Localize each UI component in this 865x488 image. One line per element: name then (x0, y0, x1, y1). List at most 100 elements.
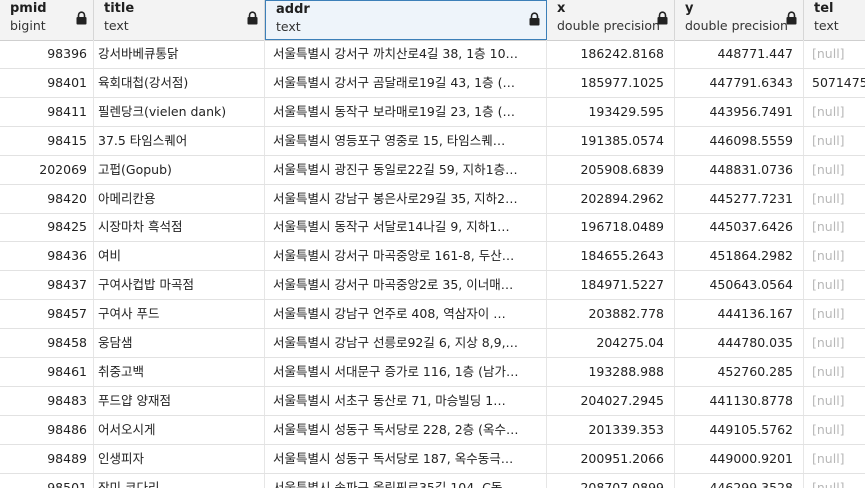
cell-tel[interactable]: [null] (804, 474, 865, 488)
cell-addr[interactable]: 서울특별시 광진구 동일로22길 59, 지하1층… (265, 155, 547, 184)
cell-addr[interactable]: 서울특별시 강남구 선릉로92길 6, 지상 8,9,… (265, 329, 547, 357)
cell-pmid[interactable]: 98486 (0, 415, 94, 444)
cell-addr[interactable]: 서울특별시 동작구 서달로14나길 9, 지하1… (265, 213, 547, 242)
cell-addr[interactable]: 서울특별시 성동구 독서당로 187, 옥수동극… (265, 444, 547, 473)
cell-pmid[interactable]: 98457 (0, 300, 94, 329)
cell-pmid[interactable]: 98436 (0, 242, 94, 271)
cell-y[interactable]: 446098.5559 (675, 126, 804, 155)
cell-pmid[interactable]: 202069 (0, 155, 94, 184)
cell-tel[interactable]: 5071475 (804, 69, 865, 97)
cell-addr[interactable]: 서울특별시 서대문구 증가로 116, 1층 (남가… (265, 357, 547, 386)
cell-y[interactable]: 446299.3528 (675, 473, 804, 488)
cell-tel[interactable]: [null] (804, 271, 865, 299)
cell-tel[interactable]: [null] (804, 445, 865, 473)
cell-addr[interactable]: 서울특별시 동작구 보라매로19길 23, 1층 (… (265, 97, 547, 126)
cell-addr[interactable]: 서울특별시 강서구 마곡중앙로 161-8, 두산… (265, 242, 547, 271)
cell-addr[interactable]: 서울특별시 성동구 독서당로 228, 2층 (옥수… (265, 415, 547, 444)
cell-title[interactable]: 필렌당크(vielen dank) (94, 97, 265, 126)
table-row[interactable]: 98457 구여사 푸드 서울특별시 강남구 언주로 408, 역삼자이 … 2038… (0, 300, 865, 330)
cell-title[interactable]: 구여사 푸드 (94, 300, 265, 329)
table-row[interactable]: 98486 어서오시게 서울특별시 성동구 독서당로 228, 2층 (옥수… 201… (0, 415, 865, 445)
cell-tel[interactable]: [null] (804, 387, 865, 415)
cell-tel[interactable]: [null] (804, 156, 865, 184)
table-row[interactable]: 98425 시장마차 흑석점 서울특별시 동작구 서달로14나길 9, 지하1… 19… (0, 213, 865, 243)
cell-x[interactable]: 186242.8168 (547, 40, 675, 68)
cell-x[interactable]: 196718.0489 (547, 213, 675, 242)
cell-pmid[interactable]: 98483 (0, 386, 94, 415)
cell-addr[interactable]: 서울특별시 강남구 언주로 408, 역삼자이 … (265, 300, 547, 329)
table-row[interactable]: 98437 구여사컵밥 마곡점 서울특별시 강서구 마곡중앙2로 35, 이너매… 1… (0, 271, 865, 301)
cell-x[interactable]: 202894.2962 (547, 184, 675, 213)
cell-x[interactable]: 184971.5227 (547, 271, 675, 300)
table-row[interactable]: 98489 인생피자 서울특별시 성동구 독서당로 187, 옥수동극… 200951… (0, 444, 865, 474)
cell-x[interactable]: 193288.988 (547, 357, 675, 386)
cell-addr[interactable]: 서울특별시 강서구 곰달래로19길 43, 1층 (… (265, 68, 547, 97)
cell-y[interactable]: 449000.9201 (675, 444, 804, 473)
column-header-y[interactable]: y double precision (675, 0, 804, 40)
table-row[interactable]: 98461 취중고백 서울특별시 서대문구 증가로 116, 1층 (남가… 1932… (0, 357, 865, 387)
cell-title[interactable]: 37.5 타임스퀘어 (94, 126, 265, 155)
cell-y[interactable]: 451864.2982 (675, 242, 804, 271)
cell-addr[interactable]: 서울특별시 서초구 동산로 71, 마승빌딩 1… (265, 386, 547, 415)
cell-tel[interactable]: [null] (804, 358, 865, 386)
column-header-addr[interactable]: addr text (265, 0, 547, 40)
cell-addr[interactable]: 서울특별시 강서구 마곡중앙2로 35, 이너매… (265, 271, 547, 300)
cell-title[interactable]: 어서오시게 (94, 415, 265, 444)
cell-y[interactable]: 444136.167 (675, 300, 804, 329)
table-row[interactable]: 98415 37.5 타임스퀘어 서울특별시 영등포구 영중로 15, 타임스퀘… 1… (0, 126, 865, 156)
table-row[interactable]: 98501 장미 코다리 서울특별시 송파구 올림픽로35길 104, C동 … 20… (0, 473, 865, 488)
cell-tel[interactable]: [null] (804, 98, 865, 126)
table-row[interactable]: 98411 필렌당크(vielen dank) 서울특별시 동작구 보라매로19길 … (0, 97, 865, 127)
cell-title[interactable]: 구여사컵밥 마곡점 (94, 271, 265, 300)
cell-x[interactable]: 203882.778 (547, 300, 675, 329)
cell-title[interactable]: 시장마차 흑석점 (94, 213, 265, 242)
cell-tel[interactable]: [null] (804, 213, 865, 241)
cell-x[interactable]: 208707.0899 (547, 473, 675, 488)
column-header-title[interactable]: title text (94, 0, 265, 40)
table-row[interactable]: 98401 육회대첩(강서점) 서울특별시 강서구 곰달래로19길 43, 1층 (… (0, 68, 865, 98)
cell-y[interactable]: 449105.5762 (675, 415, 804, 444)
cell-tel[interactable]: [null] (804, 127, 865, 155)
table-row[interactable]: 98420 아메리칸용 서울특별시 강남구 봉은사로29길 35, 지하2… 2028… (0, 184, 865, 214)
cell-pmid[interactable]: 98489 (0, 444, 94, 473)
cell-addr[interactable]: 서울특별시 강남구 봉은사로29길 35, 지하2… (265, 184, 547, 213)
cell-pmid[interactable]: 98461 (0, 357, 94, 386)
cell-x[interactable]: 205908.6839 (547, 155, 675, 184)
column-header-pmid[interactable]: pmid bigint (0, 0, 94, 40)
cell-tel[interactable]: [null] (804, 185, 865, 213)
cell-pmid[interactable]: 98437 (0, 271, 94, 300)
cell-y[interactable]: 441130.8778 (675, 386, 804, 415)
cell-y[interactable]: 448831.0736 (675, 155, 804, 184)
column-header-tel[interactable]: tel text (804, 0, 865, 40)
cell-x[interactable]: 185977.1025 (547, 68, 675, 97)
cell-x[interactable]: 191385.0574 (547, 126, 675, 155)
cell-x[interactable]: 193429.595 (547, 97, 675, 126)
cell-y[interactable]: 444780.035 (675, 329, 804, 357)
cell-pmid[interactable]: 98420 (0, 184, 94, 213)
cell-title[interactable]: 취중고백 (94, 357, 265, 386)
cell-x[interactable]: 201339.353 (547, 415, 675, 444)
cell-tel[interactable]: [null] (804, 242, 865, 270)
cell-pmid[interactable]: 98396 (0, 40, 94, 68)
cell-y[interactable]: 445277.7231 (675, 184, 804, 213)
table-row[interactable]: 98436 여비 서울특별시 강서구 마곡중앙로 161-8, 두산… 184655.… (0, 242, 865, 272)
cell-title[interactable]: 고펍(Gopub) (94, 155, 265, 184)
cell-x[interactable]: 184655.2643 (547, 242, 675, 271)
cell-y[interactable]: 450643.0564 (675, 271, 804, 300)
cell-addr[interactable]: 서울특별시 강서구 까치산로4길 38, 1층 10… (265, 40, 547, 68)
cell-tel[interactable]: [null] (804, 329, 865, 357)
cell-title[interactable]: 아메리칸용 (94, 184, 265, 213)
cell-x[interactable]: 204027.2945 (547, 386, 675, 415)
cell-title[interactable]: 푸드얍 양재점 (94, 386, 265, 415)
cell-pmid[interactable]: 98415 (0, 126, 94, 155)
cell-x[interactable]: 204275.04 (547, 329, 675, 357)
table-row[interactable]: 98396 강서바베큐통닭 서울특별시 강서구 까치산로4길 38, 1층 10… 1… (0, 40, 865, 69)
cell-pmid[interactable]: 98425 (0, 213, 94, 242)
table-row[interactable]: 202069 고펍(Gopub) 서울특별시 광진구 동일로22길 59, 지하1층… (0, 155, 865, 185)
cell-title[interactable]: 장미 코다리 (94, 473, 265, 488)
cell-title[interactable]: 강서바베큐통닭 (94, 40, 265, 68)
cell-pmid[interactable]: 98458 (0, 329, 94, 357)
cell-x[interactable]: 200951.2066 (547, 444, 675, 473)
cell-pmid[interactable]: 98401 (0, 68, 94, 97)
cell-y[interactable]: 445037.6426 (675, 213, 804, 242)
